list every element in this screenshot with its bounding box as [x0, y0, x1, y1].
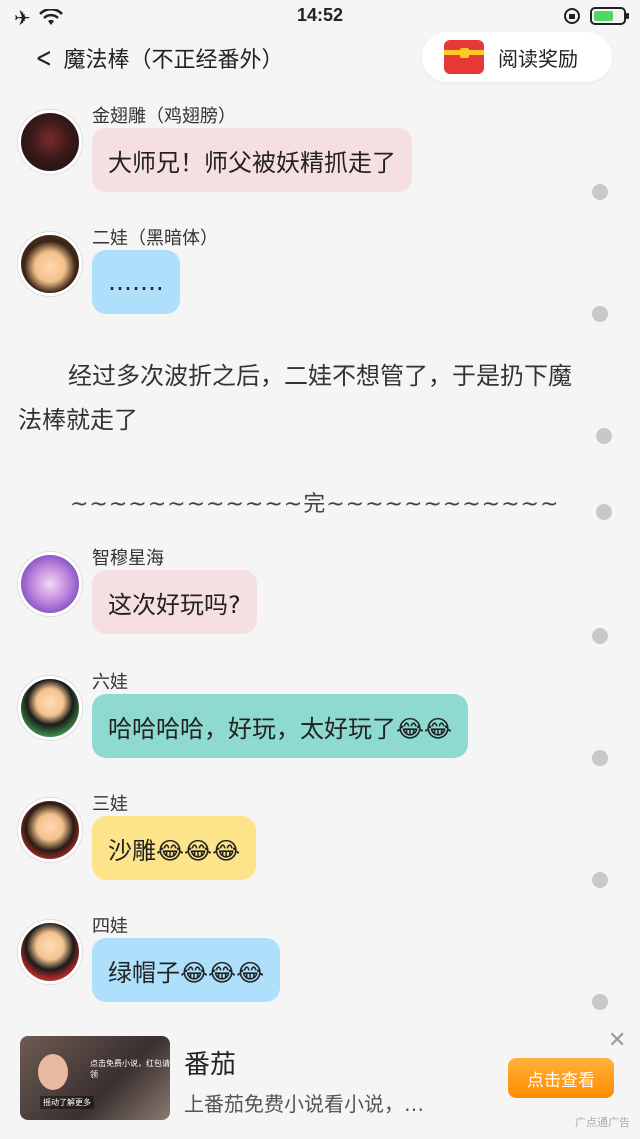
gift-icon	[444, 40, 484, 74]
comment-dot[interactable]	[592, 994, 608, 1010]
chevron-left-icon: <	[35, 41, 52, 74]
avatar[interactable]	[18, 798, 82, 862]
comment-dot[interactable]	[592, 750, 608, 766]
status-right	[562, 6, 629, 26]
ad-brand-label: 广点通广告	[575, 1116, 630, 1129]
avatar[interactable]	[18, 232, 82, 296]
page-title: 魔法棒（不正经番外）	[63, 48, 284, 73]
avatar[interactable]	[18, 676, 82, 740]
ad-thumbnail-hint: 摇动了解更多	[40, 1096, 94, 1109]
sender-name: 金翅雕（鸡翅膀）	[92, 106, 236, 127]
sender-name: 六娃	[92, 672, 128, 693]
comment-dot[interactable]	[596, 428, 612, 444]
message-bubble: 大师兄！师父被妖精抓走了	[92, 128, 412, 192]
sender-name: 四娃	[92, 916, 128, 937]
sender-name: 二娃（黑暗体）	[92, 228, 218, 249]
ad-thumbnail[interactable]: 点击免费小说，红包请领 摇动了解更多	[20, 1036, 170, 1120]
comment-dot[interactable]	[592, 628, 608, 644]
close-icon[interactable]: ✕	[608, 1028, 626, 1053]
comment-dot[interactable]	[592, 184, 608, 200]
ad-view-button[interactable]: 点击查看	[508, 1058, 614, 1098]
sender-name: 智穆星海	[92, 548, 164, 569]
reading-reward-button[interactable]: 阅读奖励	[422, 32, 612, 82]
message-bubble: 这次好玩吗?	[92, 570, 257, 634]
ad-description: 上番茄免费小说看小说，…	[184, 1092, 424, 1116]
message-bubble: 沙雕😂😂😂	[92, 816, 257, 880]
end-divider: ~~~~~~~~~~~~完~~~~~~~~~~~~	[70, 492, 560, 517]
ad-banner[interactable]: 点击免费小说，红包请领 摇动了解更多 番茄 上番茄免费小说看小说，… 点击查看 …	[0, 1022, 640, 1139]
ad-thumbnail-caption: 点击免费小说，红包请领	[90, 1059, 170, 1079]
ad-title: 番茄	[184, 1050, 237, 1080]
avatar[interactable]	[18, 110, 82, 174]
rotation-lock-icon	[564, 8, 580, 24]
status-bar: ✈ 14:52	[0, 0, 640, 34]
narration-text: 经过多次波折之后，二娃不想管了，于是扔下魔法棒就走了	[18, 362, 572, 434]
avatar[interactable]	[18, 920, 82, 984]
comment-dot[interactable]	[596, 504, 612, 520]
nav-bar: < 魔法棒（不正经番外） 阅读奖励	[0, 32, 640, 82]
message-bubble: 绿帽子😂😂😂	[92, 938, 281, 1002]
message-bubble: …….	[92, 250, 180, 314]
comment-dot[interactable]	[592, 872, 608, 888]
reward-label: 阅读奖励	[498, 46, 578, 71]
status-time: 14:52	[296, 5, 344, 25]
sender-name: 三娃	[92, 794, 128, 815]
avatar[interactable]	[18, 552, 82, 616]
comment-dot[interactable]	[592, 306, 608, 322]
back-button[interactable]: < 魔法棒（不正经番外）	[32, 41, 284, 74]
battery-icon	[590, 7, 629, 25]
message-bubble: 哈哈哈哈，好玩，太好玩了😂😂	[92, 694, 469, 758]
ad-thumbnail-person	[38, 1054, 68, 1090]
